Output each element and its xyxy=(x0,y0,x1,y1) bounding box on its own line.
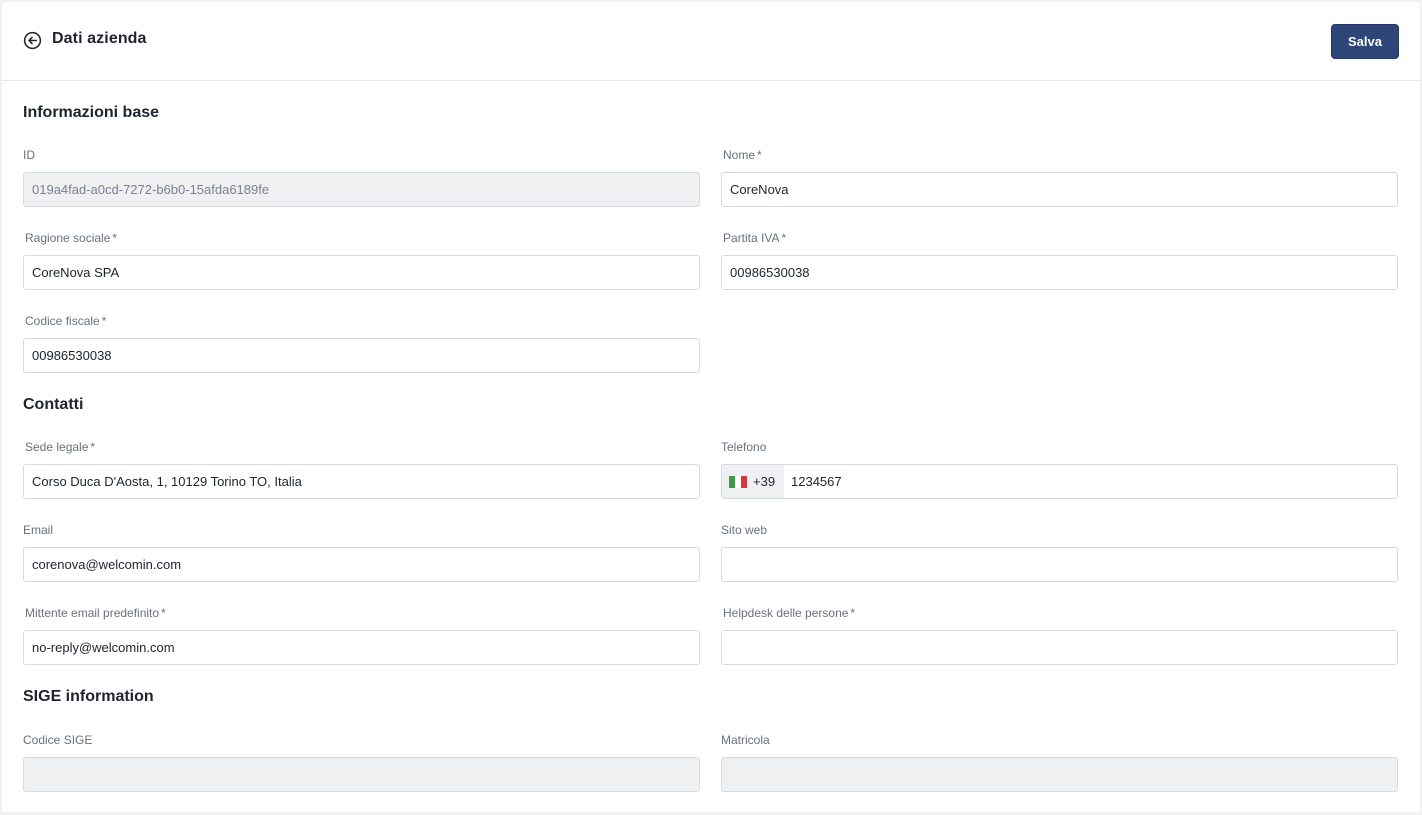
matricola-field xyxy=(721,757,1398,792)
country-code-selector[interactable]: +39 xyxy=(722,465,784,498)
codice-fiscale-field[interactable] xyxy=(23,338,700,373)
company-form-card: Dati azienda Salva Informazioni base ID … xyxy=(2,2,1420,812)
section-title-contacts: Contatti xyxy=(23,396,84,413)
partita-iva-label: Partita IVA * xyxy=(723,231,787,245)
section-title-sige: SIGE information xyxy=(23,688,154,705)
section-title-base: Informazioni base xyxy=(23,104,160,121)
phone-number-input[interactable] xyxy=(784,465,1397,498)
telefono-field: +39 xyxy=(721,464,1398,499)
helpdesk-field[interactable] xyxy=(721,630,1398,665)
codice-sige-field xyxy=(23,757,700,792)
mittente-email-field[interactable] xyxy=(23,630,700,665)
matricola-label: Matricola xyxy=(721,733,770,747)
page-title: Dati azienda xyxy=(52,30,147,47)
id-label: ID xyxy=(23,148,35,162)
codice-fiscale-label: Codice fiscale * xyxy=(25,314,107,328)
italy-flag-icon xyxy=(729,475,747,488)
back-arrow-icon[interactable] xyxy=(23,31,42,50)
ragione-sociale-label: Ragione sociale * xyxy=(25,231,118,245)
helpdesk-label: Helpdesk delle persone * xyxy=(723,606,856,620)
sede-legale-label: Sede legale * xyxy=(25,440,96,454)
telefono-label: Telefono xyxy=(721,440,767,454)
id-field xyxy=(23,172,700,207)
page-header: Dati azienda Salva xyxy=(2,2,1420,81)
mittente-email-label: Mittente email predefinito * xyxy=(25,606,166,620)
email-field[interactable] xyxy=(23,547,700,582)
sede-legale-field[interactable] xyxy=(23,464,700,499)
email-label: Email xyxy=(23,523,54,537)
codice-sige-label: Codice SIGE xyxy=(23,733,93,747)
partita-iva-field[interactable] xyxy=(721,255,1398,290)
country-code: +39 xyxy=(753,474,776,489)
sito-web-label: Sito web xyxy=(721,523,768,537)
ragione-sociale-field[interactable] xyxy=(23,255,700,290)
nome-label: Nome * xyxy=(723,148,762,162)
sito-web-field[interactable] xyxy=(721,547,1398,582)
save-button[interactable]: Salva xyxy=(1331,24,1399,59)
nome-field[interactable] xyxy=(721,172,1398,207)
